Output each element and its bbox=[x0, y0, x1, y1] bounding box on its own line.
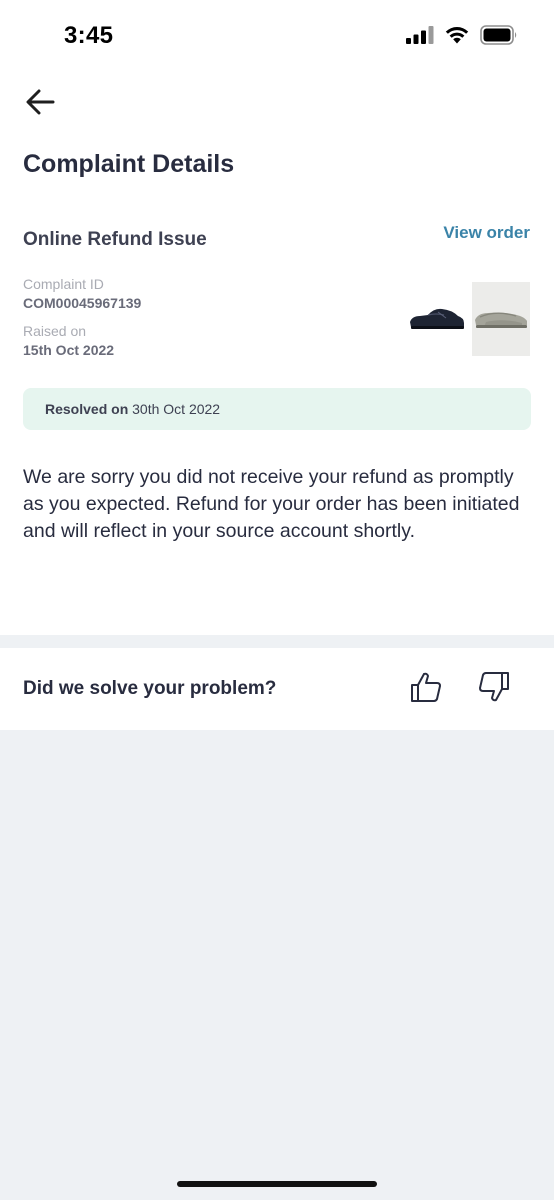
resolved-label: Resolved on bbox=[45, 401, 129, 417]
home-indicator bbox=[177, 1181, 377, 1187]
page-title: Complaint Details bbox=[23, 150, 235, 178]
thumbs-up-button[interactable] bbox=[405, 668, 447, 710]
status-time: 3:45 bbox=[64, 22, 114, 49]
complaint-id-value: COM00045967139 bbox=[23, 295, 142, 311]
status-bar: 3:45 bbox=[0, 0, 554, 74]
raised-on-value: 15th Oct 2022 bbox=[23, 342, 115, 358]
wifi-icon bbox=[444, 25, 470, 49]
complaint-type: Online Refund Issue bbox=[23, 229, 207, 250]
thumbs-down-icon bbox=[477, 670, 511, 709]
feedback-question: Did we solve your problem? bbox=[23, 678, 277, 699]
resolution-message: We are sorry you did not receive your re… bbox=[23, 466, 520, 542]
black-leather-shoe-image bbox=[410, 308, 464, 329]
complaint-id-label: Complaint ID bbox=[23, 276, 104, 292]
status-icons bbox=[406, 24, 518, 50]
screen: 3:45 Complaint Details Online Refund Iss… bbox=[0, 0, 554, 1200]
resolved-date: 30th Oct 2022 bbox=[132, 401, 221, 417]
signal-icon bbox=[406, 25, 434, 49]
view-order-link[interactable]: View order bbox=[443, 223, 530, 243]
arrow-left-icon bbox=[25, 89, 55, 120]
feedback-row: Did we solve your problem? bbox=[0, 648, 554, 730]
thumbs-down-button[interactable] bbox=[473, 668, 515, 710]
product-thumbnail-1[interactable] bbox=[408, 282, 466, 356]
back-button[interactable] bbox=[18, 82, 62, 126]
thumbs-up-icon bbox=[409, 670, 443, 709]
complaint-details-panel: Complaint Details Online Refund Issue Vi… bbox=[0, 74, 554, 635]
product-thumbnail-2[interactable] bbox=[472, 282, 530, 356]
grey-loafer-image bbox=[475, 312, 527, 328]
battery-icon bbox=[480, 24, 518, 50]
raised-on-label: Raised on bbox=[23, 323, 87, 339]
resolved-status-banner: Resolved on 30th Oct 2022 bbox=[23, 388, 531, 430]
